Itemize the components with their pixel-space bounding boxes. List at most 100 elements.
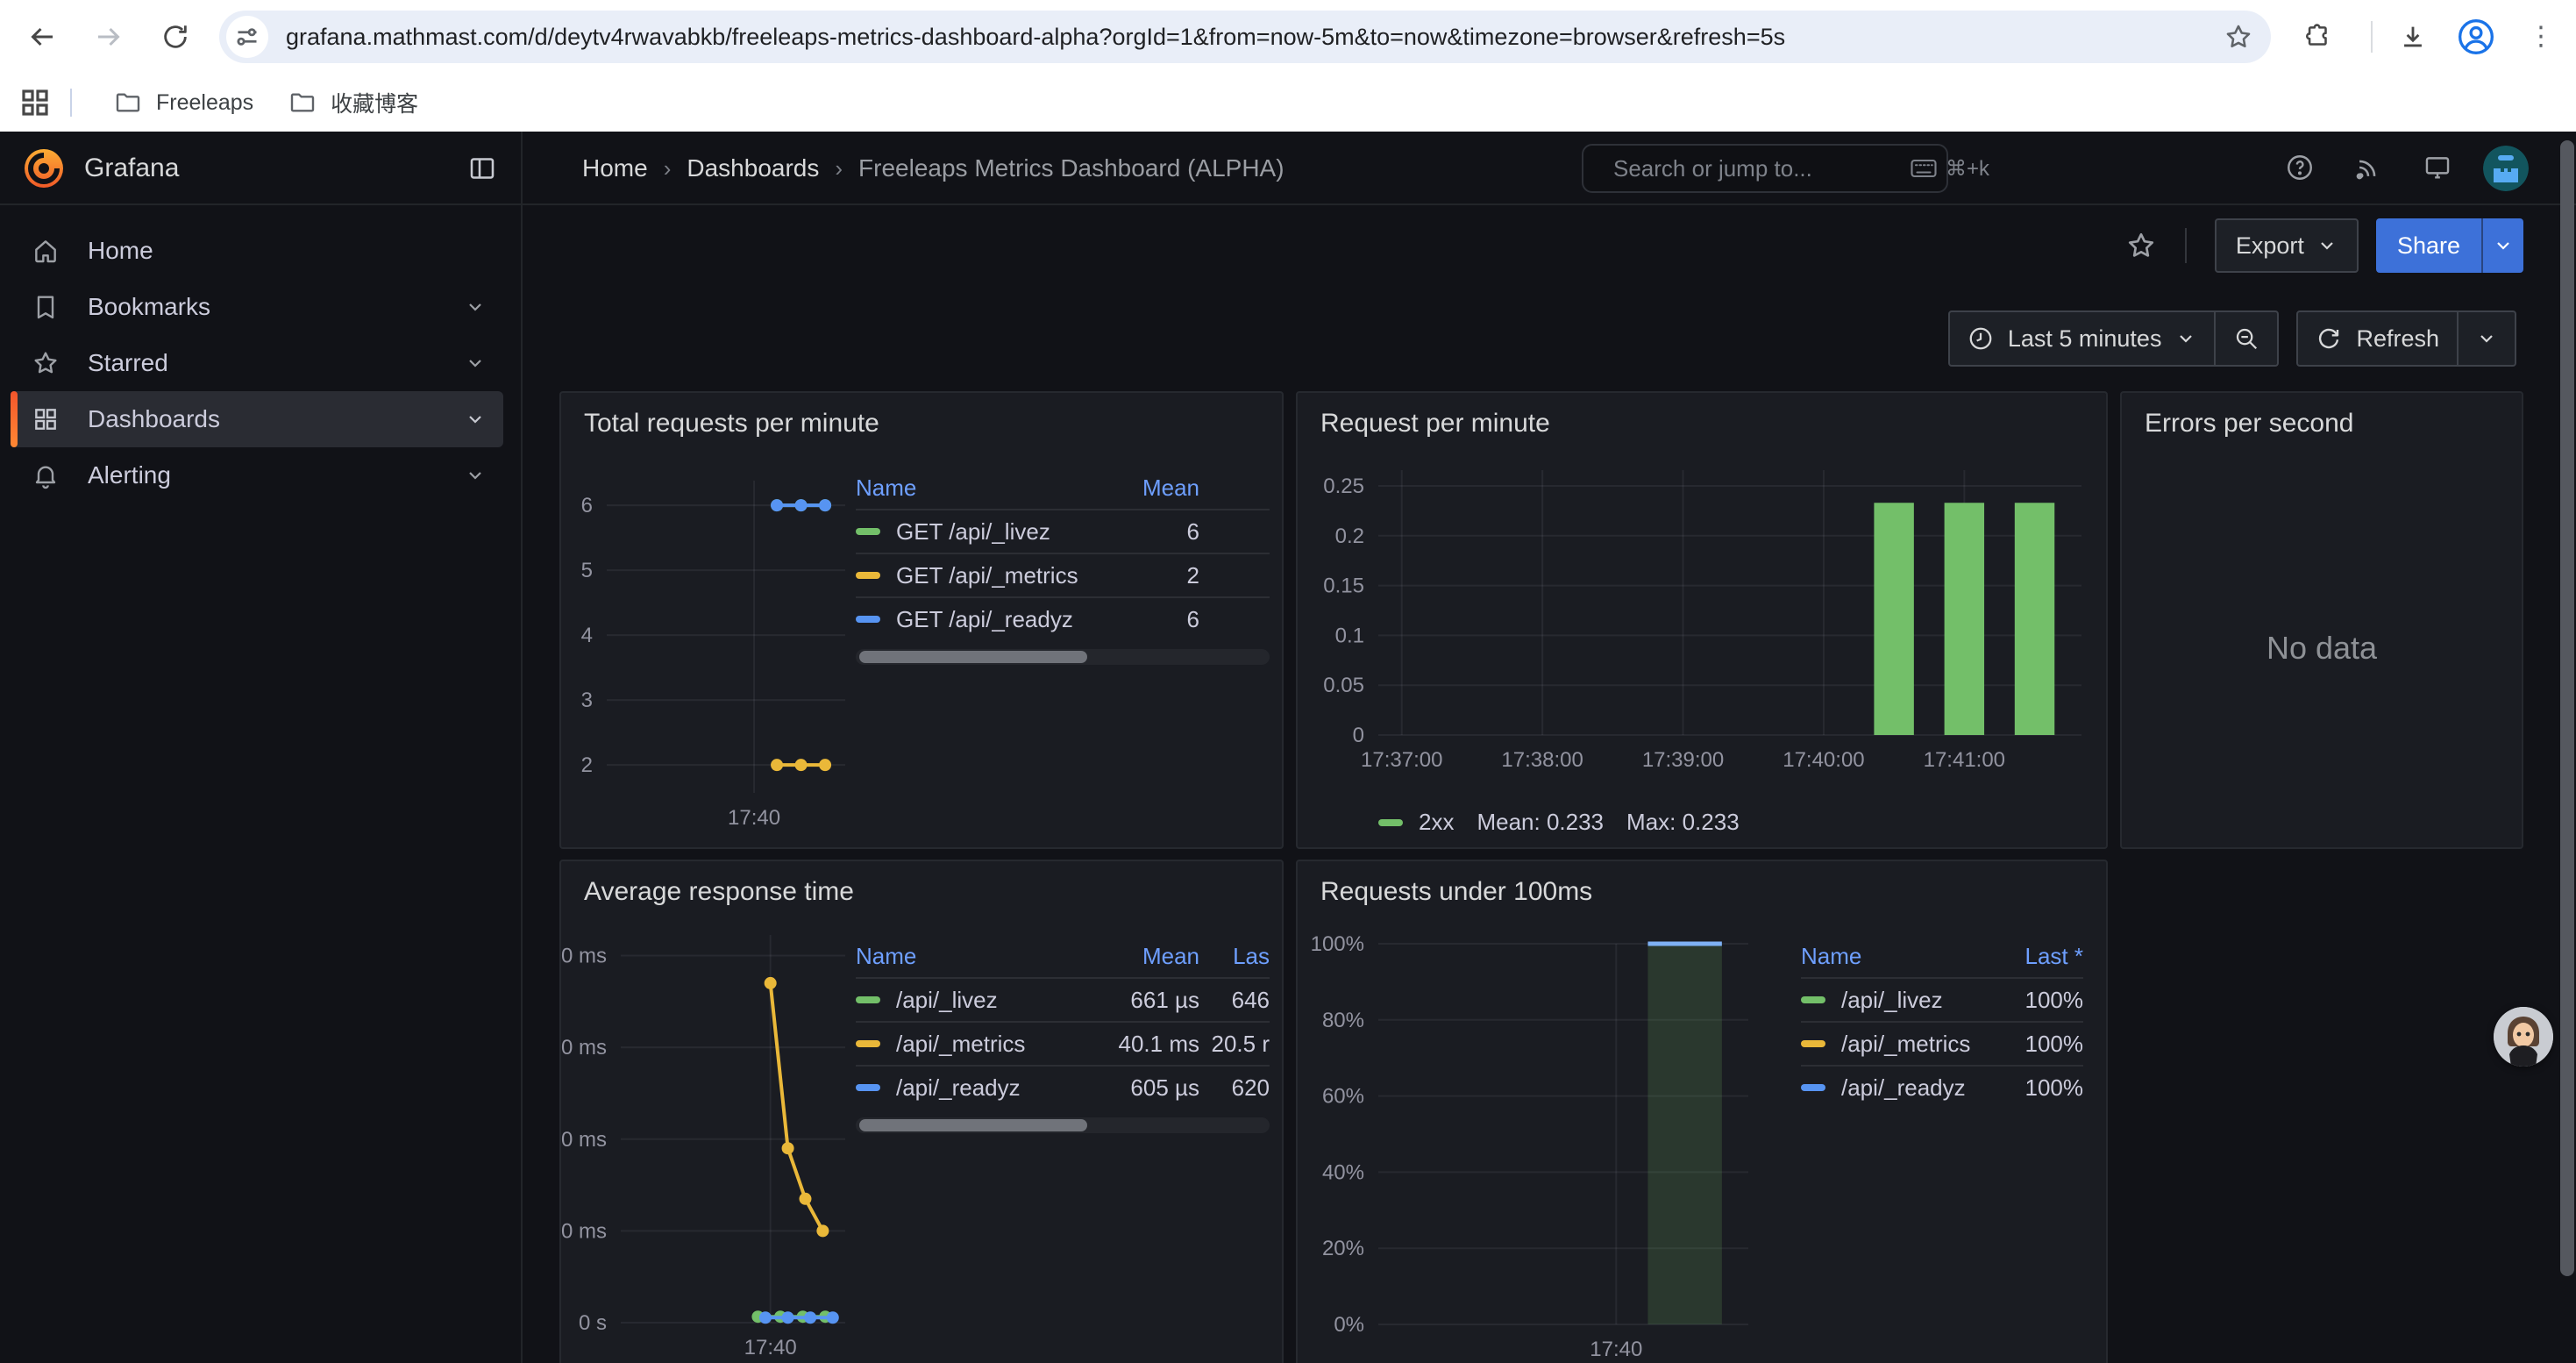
legend-row[interactable]: /api/_readyz 100% (1801, 1065, 2083, 1109)
series-swatch (1801, 1084, 1825, 1091)
sidebar-item-dashboards[interactable]: Dashboards (11, 391, 503, 447)
svg-text:100%: 100% (1311, 932, 1364, 956)
svg-text:60 ms: 60 ms (561, 1036, 607, 1060)
legend-scrollbar[interactable] (856, 1117, 1270, 1133)
download-icon[interactable] (2392, 16, 2434, 58)
reload-icon[interactable] (154, 16, 196, 58)
chevron-down-icon[interactable] (465, 409, 486, 430)
svg-text:0%: 0% (1334, 1313, 1364, 1337)
time-range-picker[interactable]: Last 5 minutes (1950, 312, 2215, 365)
legend-header-name[interactable]: Name (856, 943, 1084, 970)
legend-row[interactable]: GET /api/_livez 6 (856, 509, 1270, 553)
legend-header-mean[interactable]: Mean (1084, 943, 1199, 970)
back-icon[interactable] (21, 16, 63, 58)
breadcrumb-dashboards[interactable]: Dashboards (687, 154, 819, 182)
panel-title[interactable]: Request per minute (1320, 409, 1550, 439)
refresh-interval-dropdown[interactable] (2459, 312, 2515, 365)
scrollbar-thumb[interactable] (2560, 140, 2574, 1276)
page-scrollbar[interactable] (2560, 137, 2574, 1358)
legend-row[interactable]: /api/_readyz 605 µs 620 (856, 1065, 1270, 1109)
scrollbar-thumb[interactable] (859, 1119, 1087, 1131)
legend-table: Name Mean GET /api/_livez 6 GET /api/_me… (856, 470, 1270, 665)
sidebar-item-label: Starred (88, 349, 168, 377)
series-swatch (856, 528, 880, 535)
breadcrumb-home[interactable]: Home (582, 154, 648, 182)
url-bar[interactable] (219, 11, 2271, 63)
legend-row[interactable]: /api/_livez 661 µs 646 (856, 977, 1270, 1021)
sidebar-item-home[interactable]: Home (11, 223, 503, 279)
bookmark-folder-freeleaps[interactable]: Freeleaps (96, 82, 271, 124)
breadcrumb: Home › Dashboards › Freeleaps Metrics Da… (582, 132, 1284, 205)
search-input[interactable] (1610, 153, 1911, 184)
legend-inline[interactable]: 2xx Mean: 0.233 Max: 0.233 (1378, 809, 1740, 836)
request-per-minute-chart[interactable]: 00.050.10.150.20.2517:37:0017:38:0017:39… (1298, 456, 2110, 779)
legend-header-mean[interactable]: Mean (1108, 475, 1199, 502)
legend-row[interactable]: /api/_metrics 100% (1801, 1021, 2083, 1065)
series-swatch (856, 616, 880, 623)
sidebar-item-bookmarks[interactable]: Bookmarks (11, 279, 503, 335)
grafana-logo[interactable] (21, 146, 67, 191)
svg-text:17:40:00: 17:40:00 (1783, 748, 1864, 772)
svg-text:80 ms: 80 ms (561, 945, 607, 968)
chevron-down-icon[interactable] (465, 465, 486, 486)
forward-icon[interactable] (88, 16, 130, 58)
search-box[interactable]: ⌘+k (1582, 144, 1948, 193)
user-avatar[interactable] (2483, 146, 2529, 191)
site-info-icon[interactable] (226, 16, 268, 58)
assistant-avatar-widget[interactable] (2494, 1007, 2553, 1067)
chevron-down-icon[interactable] (465, 296, 486, 318)
extensions-icon[interactable] (2297, 16, 2339, 58)
sidebar-item-alerting[interactable]: Alerting (11, 447, 503, 503)
share-button[interactable]: Share (2376, 218, 2481, 273)
browser-menu-icon[interactable]: ⋮ (2520, 16, 2562, 58)
legend-header-last[interactable]: Las (1199, 943, 1270, 970)
legend-table: Name Mean Las /api/_livez 661 µs 646 /ap… (856, 938, 1270, 1133)
panel-avg-response: Average response time 80 ms60 ms40 ms20 … (559, 860, 1284, 1363)
export-button[interactable]: Export (2215, 218, 2359, 273)
panel-title[interactable]: Requests under 100ms (1320, 877, 1592, 907)
svg-text:2: 2 (581, 753, 593, 777)
panel-title[interactable]: Errors per second (2145, 409, 2353, 439)
svg-text:17:37:00: 17:37:00 (1361, 748, 1442, 772)
help-icon[interactable] (2285, 153, 2315, 182)
legend-row[interactable]: /api/_livez 100% (1801, 977, 2083, 1021)
bookmark-star-icon[interactable] (2224, 22, 2253, 52)
dashboard-main: Export Share Last 5 minutes (523, 205, 2558, 1363)
legend-scrollbar[interactable] (856, 649, 1270, 665)
under-100ms-chart[interactable]: 100%80%60%40%20%0%17:40 (1298, 924, 1801, 1363)
apps-grid-icon[interactable] (21, 89, 49, 117)
profile-avatar[interactable] (2455, 16, 2497, 58)
rss-icon[interactable] (2353, 153, 2383, 182)
chevron-down-icon[interactable] (465, 353, 486, 374)
panel-title[interactable]: Average response time (584, 877, 854, 907)
series-swatch (1378, 819, 1403, 826)
share-split-button: Share (2376, 218, 2523, 273)
legend-row[interactable]: /api/_metrics 40.1 ms 20.5 r (856, 1021, 1270, 1065)
legend-header-last[interactable]: Last * (1992, 943, 2083, 970)
dock-menu-icon[interactable] (466, 153, 498, 184)
breadcrumb-current: Freeleaps Metrics Dashboard (ALPHA) (858, 154, 1284, 182)
legend-row[interactable]: GET /api/_metrics 2 (856, 553, 1270, 596)
clock-icon (1968, 325, 1994, 352)
legend-header-name[interactable]: Name (1801, 943, 1992, 970)
total-requests-chart[interactable]: 6543217:40 (561, 456, 856, 851)
home-icon (32, 237, 60, 265)
avg-response-chart[interactable]: 80 ms60 ms40 ms20 ms0 s17:40 (561, 924, 856, 1363)
svg-text:0.15: 0.15 (1323, 574, 1364, 598)
zoom-out-button[interactable] (2216, 312, 2277, 365)
legend-row[interactable]: GET /api/_readyz 6 (856, 596, 1270, 640)
svg-text:0.05: 0.05 (1323, 674, 1364, 697)
monitor-icon[interactable] (2422, 153, 2453, 182)
share-dropdown-button[interactable] (2481, 218, 2523, 273)
svg-text:6: 6 (581, 494, 593, 517)
bookmark-folder-blogs[interactable]: 收藏博客 (271, 80, 436, 125)
browser-toolbar: ⋮ (0, 0, 2576, 74)
svg-text:0.2: 0.2 (1335, 525, 1364, 548)
scrollbar-thumb[interactable] (859, 651, 1087, 663)
favorite-star-button[interactable] (2125, 230, 2157, 261)
panel-title[interactable]: Total requests per minute (584, 409, 879, 439)
refresh-button[interactable]: Refresh (2298, 312, 2457, 365)
legend-header-name[interactable]: Name (856, 475, 1108, 502)
url-input[interactable] (282, 22, 2213, 53)
sidebar-item-starred[interactable]: Starred (11, 335, 503, 391)
